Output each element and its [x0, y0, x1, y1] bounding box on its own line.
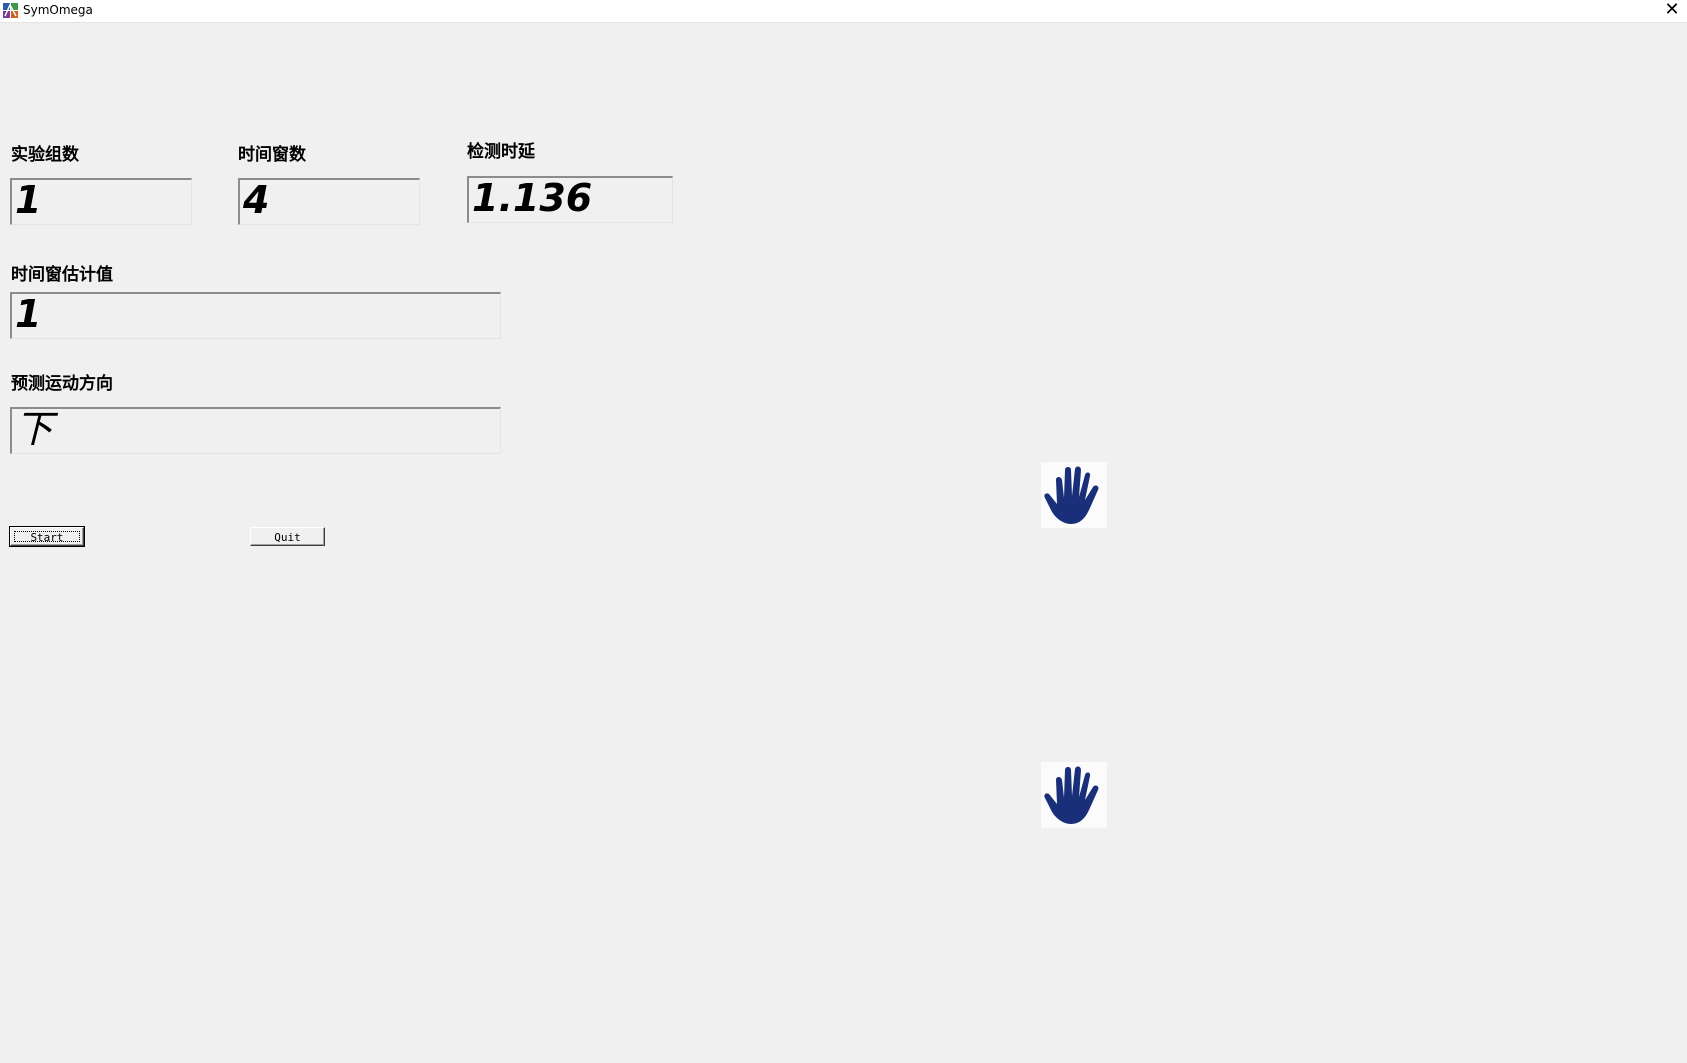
hand-icon [1044, 766, 1099, 824]
start-button[interactable]: Start [9, 526, 85, 547]
quit-button-label: Quit [274, 531, 301, 544]
predicted-direction-field[interactable]: 下 [10, 407, 501, 454]
quit-button[interactable]: Quit [250, 527, 325, 546]
hand-icon-bottom [1041, 762, 1107, 828]
detection-delay-label: 检测时延 [467, 142, 535, 162]
focus-ring [14, 531, 80, 542]
title-bar: SymOmega ✕ [0, 0, 1687, 23]
window-title: SymOmega [23, 3, 93, 17]
time-window-count-label: 时间窗数 [238, 145, 306, 165]
time-window-count-field[interactable]: 4 [238, 178, 420, 225]
hand-icon [1044, 466, 1099, 524]
app-icon [2, 2, 19, 19]
hand-icon-top [1041, 462, 1107, 528]
detection-delay-field[interactable]: 1.136 [467, 176, 673, 223]
time-window-estimate-label: 时间窗估计值 [11, 265, 113, 285]
experiment-group-count-field[interactable]: 1 [10, 178, 192, 225]
close-icon[interactable]: ✕ [1657, 0, 1687, 22]
time-window-estimate-field[interactable]: 1 [10, 292, 501, 339]
experiment-group-count-label: 实验组数 [11, 145, 79, 165]
predicted-direction-label: 预测运动方向 [11, 374, 113, 394]
